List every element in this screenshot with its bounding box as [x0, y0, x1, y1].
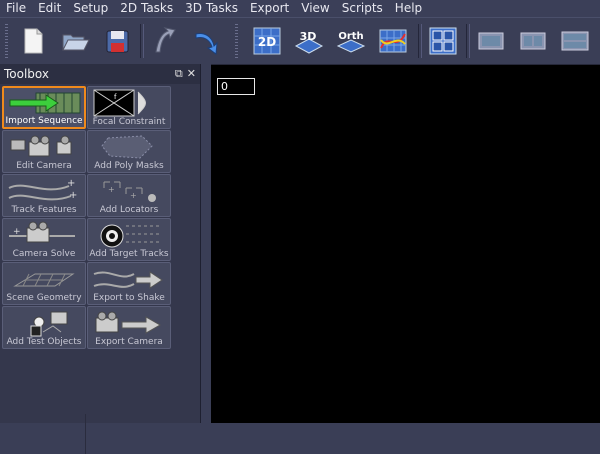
camera-icon	[10, 135, 72, 157]
frame-number-field[interactable]: 0	[217, 78, 255, 95]
tool-camera-solve[interactable]: + Camera Solve	[2, 218, 86, 261]
toolbox-panel: Toolbox ⧉ ✕ Import Sequence f Focal Cons…	[0, 64, 201, 454]
tool-import-sequence[interactable]: Import Sequence	[2, 86, 86, 129]
view-2d-icon: 2D	[253, 27, 281, 55]
tool-label: Camera Solve	[12, 249, 76, 259]
menu-bar: File Edit Setup 2D Tasks 3D Tasks Export…	[0, 0, 600, 17]
tool-add-poly-masks[interactable]: Add Poly Masks	[87, 130, 171, 173]
target-icon	[100, 224, 160, 248]
toolbar-separator	[418, 24, 422, 58]
toolbar-separator	[466, 24, 470, 58]
tool-track-features[interactable]: + + Track Features	[2, 174, 86, 217]
tool-add-target-tracks[interactable]: Add Target Tracks	[87, 218, 171, 261]
undo-arrow-icon	[155, 27, 176, 53]
toolbar-separator	[140, 24, 144, 58]
new-file-icon	[24, 28, 43, 54]
menu-scripts[interactable]: Scripts	[336, 0, 389, 17]
layout-split-button[interactable]	[518, 26, 548, 56]
toolbox-header: Toolbox ⧉ ✕	[0, 64, 200, 84]
tool-label: Scene Geometry	[6, 293, 82, 303]
svg-text:+: +	[69, 190, 77, 201]
curve-editor-button[interactable]	[378, 26, 408, 56]
tool-label: Edit Camera	[16, 161, 72, 171]
redo-button[interactable]	[192, 26, 222, 56]
tool-label: Export to Shake	[93, 293, 165, 303]
view-orth-icon: Orth	[336, 31, 366, 53]
tool-label: Add Target Tracks	[89, 249, 169, 259]
menu-2d-tasks[interactable]: 2D Tasks	[114, 0, 179, 17]
menu-edit[interactable]: Edit	[32, 0, 67, 17]
menu-help[interactable]: Help	[389, 0, 428, 17]
track-paths-icon: + +	[8, 178, 77, 201]
poly-mask-icon	[101, 135, 153, 159]
locator-icon: + +	[103, 181, 156, 202]
svg-text:+: +	[13, 227, 21, 237]
tool-label: Export Camera	[95, 337, 163, 347]
svg-text:+: +	[130, 191, 137, 200]
test-objects-icon	[30, 311, 68, 337]
menu-file[interactable]: File	[0, 0, 32, 17]
tool-label: Focal Constraint	[92, 117, 166, 127]
tool-edit-camera[interactable]: Edit Camera	[2, 130, 86, 173]
toolbar-grip[interactable]	[5, 24, 8, 58]
layout-stacked-button[interactable]	[560, 26, 590, 56]
view-orth-label: Orth	[338, 31, 363, 42]
layout-single-button[interactable]	[476, 26, 506, 56]
quad-view-button[interactable]	[428, 26, 458, 56]
layout-stacked-icon	[561, 31, 589, 51]
tool-add-locators[interactable]: + + Add Locators	[87, 174, 171, 217]
export-paths-icon	[93, 271, 163, 289]
menu-view[interactable]: View	[295, 0, 335, 17]
tool-grid: Import Sequence f Focal Constraint Edit …	[2, 86, 172, 349]
layout-split-icon	[520, 32, 546, 50]
layout-single-icon	[478, 32, 504, 50]
main-toolbar: 2D 3D Orth	[0, 17, 600, 65]
view-3d-icon: 3D	[294, 30, 324, 54]
view-2d-button[interactable]: 2D	[252, 26, 282, 56]
undo-button[interactable]	[150, 26, 180, 56]
tool-label: Track Features	[11, 205, 77, 215]
view-3d-label: 3D	[300, 30, 317, 43]
toolbox-title: Toolbox	[4, 67, 49, 81]
menu-export[interactable]: Export	[244, 0, 295, 17]
filmstrip-arrow-icon	[9, 92, 81, 114]
camera-solve-icon: +	[9, 221, 75, 243]
open-folder-button[interactable]	[60, 26, 90, 56]
export-camera-icon	[95, 311, 162, 334]
curve-graph-icon	[379, 29, 407, 53]
tool-label: Add Test Objects	[6, 337, 82, 347]
panel-splitter[interactable]	[201, 64, 211, 423]
close-icon[interactable]: ✕	[187, 67, 196, 81]
tool-scene-geometry[interactable]: Scene Geometry	[2, 262, 86, 305]
tool-add-test-objects[interactable]: Add Test Objects	[2, 306, 86, 349]
view-2d-label: 2D	[258, 35, 276, 49]
menu-3d-tasks[interactable]: 3D Tasks	[179, 0, 244, 17]
svg-text:+: +	[67, 178, 75, 189]
toolbar-grip[interactable]	[235, 24, 238, 58]
tool-export-to-shake[interactable]: Export to Shake	[87, 262, 171, 305]
toolbox-column-divider	[85, 414, 86, 454]
tool-export-camera[interactable]: Export Camera	[87, 306, 171, 349]
tool-label: Add Locators	[99, 205, 159, 215]
svg-text:+: +	[108, 185, 115, 194]
quad-view-icon	[429, 27, 457, 55]
folder-open-icon	[62, 34, 90, 51]
redo-arrow-icon	[195, 33, 218, 55]
new-file-button[interactable]	[18, 26, 48, 56]
tool-focal-constraint[interactable]: f Focal Constraint	[87, 86, 171, 129]
tool-label: Import Sequence	[5, 116, 83, 126]
focal-frame-icon: f	[93, 89, 146, 117]
save-disk-icon	[106, 30, 129, 53]
float-panel-icon[interactable]: ⧉	[175, 67, 183, 81]
geometry-grid-icon	[13, 273, 75, 287]
menu-setup[interactable]: Setup	[67, 0, 114, 17]
view-orth-button[interactable]: Orth	[336, 26, 366, 56]
view-3d-button[interactable]: 3D	[294, 26, 324, 56]
camera-viewport[interactable]: 0	[211, 65, 600, 423]
tool-label: Add Poly Masks	[94, 161, 164, 171]
save-button[interactable]	[102, 26, 132, 56]
